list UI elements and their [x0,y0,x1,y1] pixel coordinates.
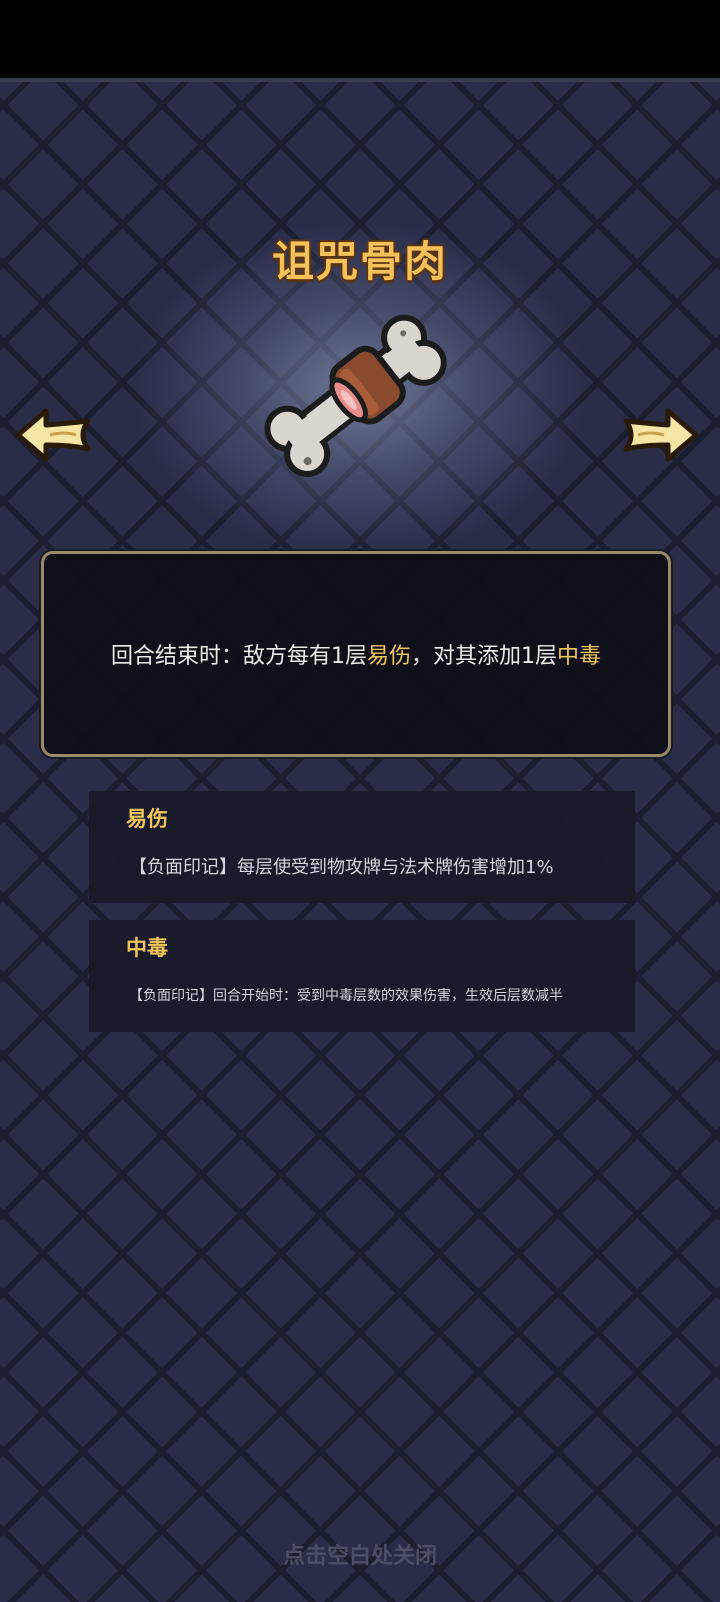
item-description: 回合结束时：敌方每有1层易伤，对其添加1层中毒 [44,638,668,670]
close-hint[interactable]: 点击空白处关闭 [0,1538,720,1570]
cursed-bone-meat-icon [264,314,447,477]
keyword-description: 【负面印记】回合开始时：受到中毒层数的效果伤害，生效后层数减半 [129,988,563,1004]
keyword-highlight-poison[interactable]: 中毒 [557,644,601,669]
keyword-panel-vulnerable: 易伤 【负面印记】每层使受到物攻牌与法术牌伤害增加1% [89,791,635,903]
keyword-title: 易伤 [126,807,168,831]
arrow-right-icon[interactable] [620,405,700,465]
description-text: 回合结束时：敌方每有1层 [110,644,367,669]
status-bar-edge [0,78,720,82]
description-text: ，对其添加1层 [411,644,557,669]
arrow-left-icon[interactable] [14,405,94,465]
status-bar [0,0,720,78]
keyword-description: 【负面印记】每层使受到物攻牌与法术牌伤害增加1% [129,857,554,878]
item-title: 诅咒骨肉 [271,237,448,286]
item-description-box: 回合结束时：敌方每有1层易伤，对其添加1层中毒 [41,551,671,757]
keyword-highlight-vulnerable[interactable]: 易伤 [367,644,411,669]
keyword-panel-poison: 中毒 【负面印记】回合开始时：受到中毒层数的效果伤害，生效后层数减半 [89,920,635,1032]
keyword-title: 中毒 [126,936,168,960]
